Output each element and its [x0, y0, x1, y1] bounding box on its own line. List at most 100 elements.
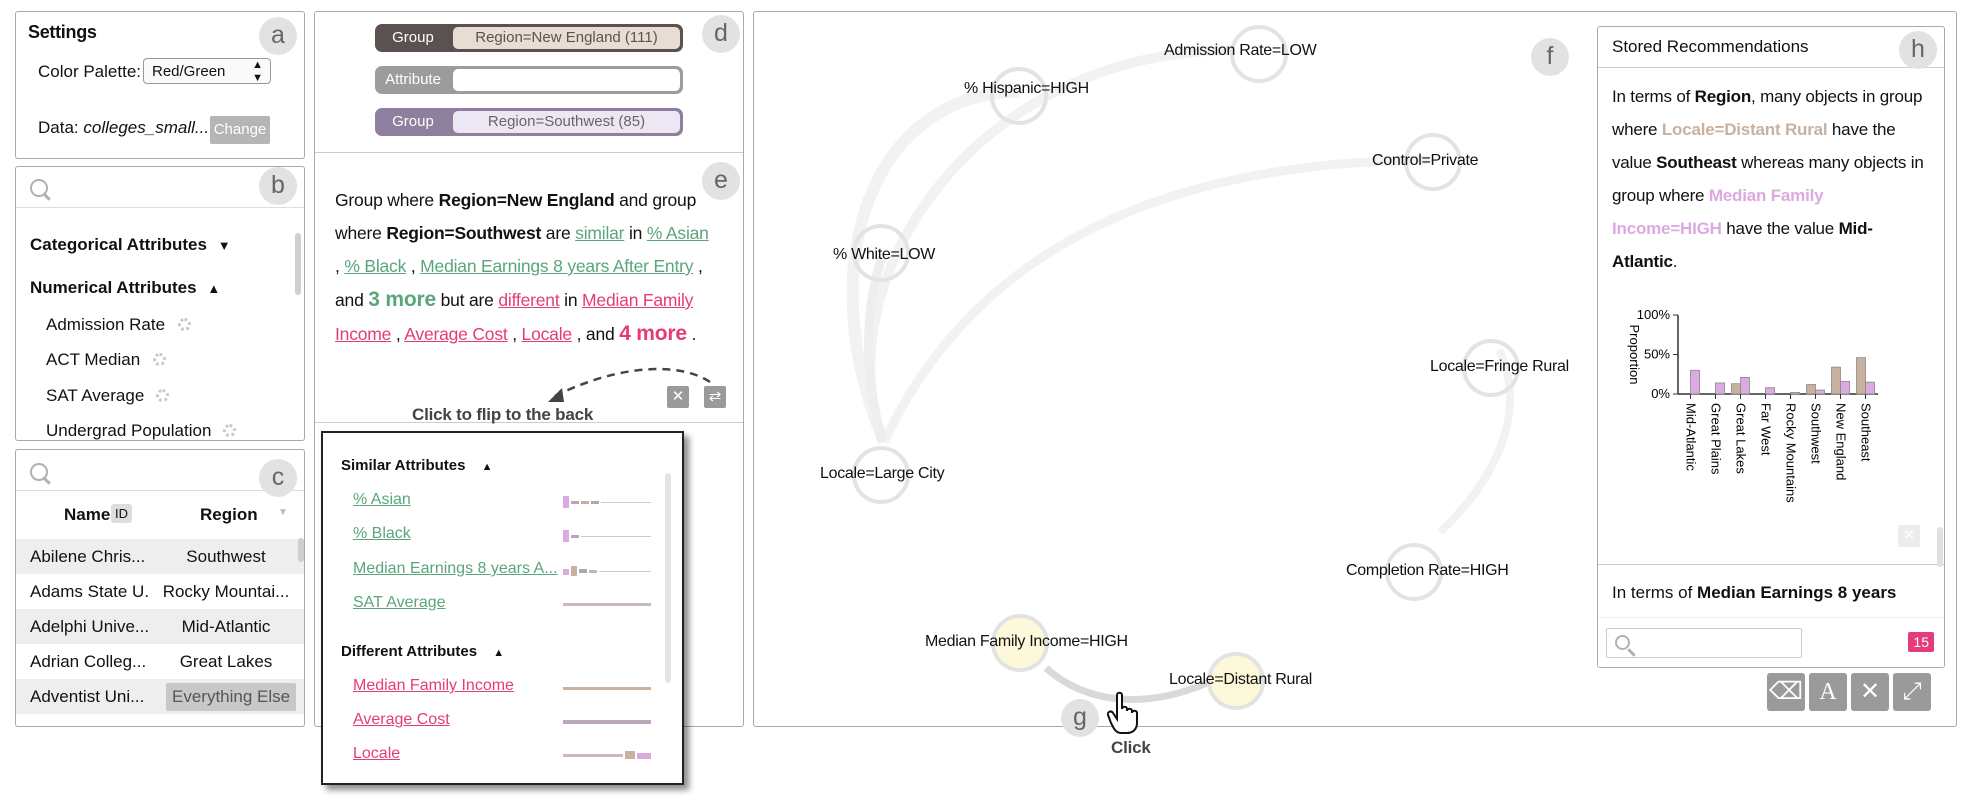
graph-node-label[interactable]: Locale=Large City [820, 465, 945, 483]
palette-select[interactable]: Red/Green ▲ ▼ [143, 58, 271, 84]
summary-text: in [559, 290, 583, 310]
eraser-icon[interactable]: ⌫ [1767, 673, 1805, 711]
rec-text: In terms of [1612, 583, 1698, 602]
stored-footer: 15 [1598, 617, 1944, 667]
search-icon [30, 179, 48, 197]
similar-attribute-link[interactable]: % Black [344, 256, 406, 276]
id-badge[interactable]: ID [111, 504, 132, 523]
similar-attribute-link[interactable]: % Asian [647, 223, 709, 243]
attribute-item[interactable]: Undergrad Population [46, 421, 211, 440]
graph-node-label[interactable]: Locale=Fringe Rural [1430, 358, 1569, 376]
similar-attribute-link[interactable]: Median Earnings 8 years After Entry [420, 256, 693, 276]
different-attribute-item[interactable]: Locale [353, 745, 400, 763]
graph-node-label[interactable]: Locale=Distant Rural [1169, 671, 1312, 689]
click-caption: Click [1111, 738, 1151, 757]
table-row[interactable]: Adams State U... Rocky Mountai... [16, 574, 304, 609]
graph-node-label[interactable]: Admission Rate=LOW [1164, 42, 1317, 60]
column-header-name[interactable]: Name [64, 505, 110, 525]
different-link[interactable]: different [498, 290, 559, 310]
summary-text: but are [435, 290, 499, 310]
text-icon[interactable]: A [1809, 673, 1847, 711]
change-data-button[interactable]: Change [210, 116, 270, 144]
x-tick-label: Southeast [1859, 403, 1874, 462]
gear-icon[interactable] [223, 424, 236, 437]
more-different-link[interactable]: 4 more [619, 322, 687, 345]
summary-text: , [391, 324, 405, 344]
y-tick-label: 0% [1651, 386, 1670, 401]
settings-title: Settings [28, 22, 97, 42]
scrollbar[interactable] [295, 233, 301, 295]
different-attributes-header[interactable]: Different Attributes ▲ [341, 643, 504, 660]
similar-attributes-header[interactable]: Similar Attributes ▲ [341, 457, 493, 474]
bar [1690, 369, 1700, 395]
scrollbar[interactable] [1937, 527, 1943, 567]
group2-ref: Region=Southwest [386, 223, 542, 243]
expand-icon[interactable]: ⤢ [1893, 673, 1931, 711]
graph-node-label[interactable]: Control=Private [1372, 152, 1479, 170]
close-icon[interactable]: ✕ [1851, 673, 1889, 711]
cell-region: Mid-Atlantic [181, 617, 271, 636]
similar-header-label: Similar Attributes [341, 457, 466, 474]
attribute-item[interactable]: Admission Rate [46, 315, 165, 335]
y-tick-label: 100% [1637, 307, 1671, 322]
different-attribute-item[interactable]: Median Family Income [353, 677, 514, 695]
similar-attribute-item[interactable]: SAT Average [353, 594, 446, 612]
scrollbar[interactable] [665, 473, 671, 683]
table-row[interactable]: Adelphi Unive... Mid-Atlantic [16, 609, 304, 644]
scrollbar[interactable] [298, 538, 304, 562]
similar-attribute-item[interactable]: % Asian [353, 491, 411, 509]
numerical-attributes-header[interactable]: Numerical Attributes ▲ [30, 278, 220, 298]
gear-icon[interactable] [178, 318, 191, 331]
group2-pill[interactable]: Group Region=Southwest (85) [375, 108, 683, 136]
different-attribute-link[interactable]: Locale [522, 324, 573, 344]
graph-node-label[interactable]: % Hispanic=HIGH [964, 80, 1089, 98]
card-back: Similar Attributes ▲ % Asian % Black Med… [321, 431, 684, 785]
palette-label: Color Palette: [38, 62, 141, 81]
panel-label-b: b [259, 167, 297, 205]
different-attribute-link[interactable]: Average Cost [404, 324, 508, 344]
similar-link[interactable]: similar [575, 223, 624, 243]
rec-group1: Locale=Distant Rural [1661, 120, 1828, 139]
sort-caret-icon[interactable]: ▼ [278, 507, 288, 518]
divider [315, 152, 743, 153]
summary-text: . [686, 324, 697, 344]
attribute-value[interactable] [453, 69, 680, 91]
attribute-item[interactable]: ACT Median [46, 350, 140, 370]
attribute-label: Attribute [385, 71, 441, 88]
table-row[interactable]: Abilene Chris... Southwest [16, 539, 304, 574]
attribute-pill[interactable]: Attribute [375, 66, 683, 94]
cell-name: Adrian Colleg... [30, 652, 147, 671]
similar-attribute-item[interactable]: Median Earnings 8 years A... [353, 560, 558, 578]
search-icon [30, 463, 48, 481]
bar [1740, 377, 1750, 395]
table-row[interactable]: Adrian Colleg... Great Lakes [16, 644, 304, 679]
close-icon[interactable]: ✕ [1898, 525, 1920, 547]
more-similar-link[interactable]: 3 more [368, 288, 436, 311]
table-row[interactable]: Adventist Uni... Everything Else [16, 679, 304, 714]
data-label: Data: [38, 118, 79, 137]
group1-pill[interactable]: Group Region=New England (111) [375, 24, 683, 52]
flip-caption: Click to flip to the back [412, 405, 594, 424]
graph-node-label[interactable]: % White=LOW [833, 246, 935, 264]
region-tooltip: Everything Else [166, 683, 297, 711]
summary-text: , [406, 256, 421, 276]
panel-label-g: g [1061, 699, 1099, 737]
different-attribute-item[interactable]: Average Cost [353, 711, 450, 729]
graph-node-label[interactable]: Completion Rate=HIGH [1346, 562, 1509, 580]
bar [1765, 387, 1775, 395]
group2-value: Region=Southwest (85) [453, 111, 680, 133]
gear-icon[interactable] [153, 353, 166, 366]
summary-text: , and [576, 324, 620, 344]
categorical-attributes-header[interactable]: Categorical Attributes ▼ [30, 235, 231, 255]
gear-icon[interactable] [156, 389, 169, 402]
cell-name: Adams State U... [30, 582, 150, 601]
different-header-label: Different Attributes [341, 643, 478, 660]
divider [1598, 564, 1944, 565]
column-header-region[interactable]: Region [200, 505, 258, 525]
stored-count-badge: 15 [1908, 632, 1934, 652]
stored-search-input[interactable] [1606, 628, 1802, 658]
attribute-item[interactable]: SAT Average [46, 386, 144, 406]
graph-node-label[interactable]: Median Family Income=HIGH [925, 633, 1128, 651]
summary-text: , [335, 256, 345, 276]
similar-attribute-item[interactable]: % Black [353, 525, 411, 543]
